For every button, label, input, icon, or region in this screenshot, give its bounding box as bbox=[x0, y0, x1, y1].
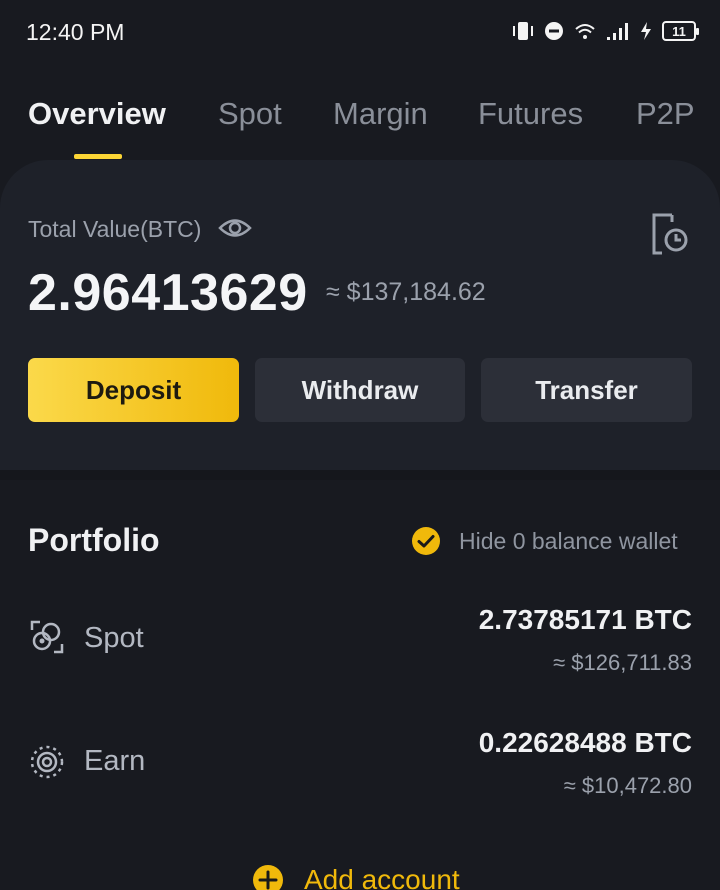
tab-futures[interactable]: Futures bbox=[478, 96, 583, 132]
wifi-icon bbox=[575, 24, 595, 39]
transfer-button[interactable]: Transfer bbox=[481, 358, 692, 422]
wallet-overview-screen: 12:40 PM 11 Overview Spot Margin Futures… bbox=[0, 0, 720, 890]
withdraw-button[interactable]: Withdraw bbox=[255, 358, 465, 422]
deposit-button[interactable]: Deposit bbox=[28, 358, 239, 422]
tab-spot[interactable]: Spot bbox=[218, 96, 282, 132]
section-divider bbox=[0, 470, 720, 480]
status-icons: 11 bbox=[512, 20, 699, 42]
account-usd-balance: ≈ $126,711.83 bbox=[553, 650, 692, 675]
account-btc-balance: 2.73785171 BTC bbox=[478, 604, 692, 635]
tab-p2p[interactable]: P2P bbox=[636, 96, 695, 132]
total-btc-value: 2.96413629 bbox=[28, 264, 308, 322]
do-not-disturb-icon bbox=[545, 22, 563, 40]
status-time: 12:40 PM bbox=[26, 19, 125, 45]
tab-margin[interactable]: Margin bbox=[333, 96, 428, 132]
account-row-earn[interactable]: Earn 0.22628488 BTC ≈ $10,472.80 bbox=[0, 723, 720, 823]
spot-wallet-icon bbox=[30, 620, 64, 654]
account-usd-balance: ≈ $10,472.80 bbox=[563, 773, 692, 798]
checkmark-circle-icon[interactable] bbox=[411, 526, 441, 556]
balance-card: Total Value(BTC) 2.96413629 ≈ $137,184.6… bbox=[0, 160, 720, 470]
signal-icon bbox=[607, 23, 628, 40]
battery-icon: 11 bbox=[662, 21, 699, 41]
total-usd-value: ≈ $137,184.62 bbox=[326, 278, 486, 306]
wallet-tabs: Overview Spot Margin Futures P2P bbox=[0, 90, 720, 160]
account-row-spot[interactable]: Spot 2.73785171 BTC ≈ $126,711.83 bbox=[0, 600, 720, 700]
add-account-button[interactable]: Add account bbox=[252, 860, 460, 890]
status-bar: 12:40 PM 11 bbox=[0, 0, 720, 62]
account-name: Earn bbox=[84, 745, 146, 777]
hide-zero-balance-label[interactable]: Hide 0 balance wallet bbox=[459, 528, 678, 555]
account-name: Spot bbox=[84, 622, 144, 654]
tab-overview[interactable]: Overview bbox=[28, 96, 166, 132]
total-value-label: Total Value(BTC) bbox=[28, 216, 202, 242]
portfolio-title: Portfolio bbox=[28, 522, 160, 558]
eye-icon[interactable] bbox=[218, 215, 252, 241]
earn-icon bbox=[30, 745, 64, 779]
history-icon[interactable] bbox=[650, 212, 690, 256]
account-btc-balance: 0.22628488 BTC bbox=[478, 727, 692, 758]
plus-circle-icon bbox=[253, 865, 283, 890]
active-tab-indicator bbox=[74, 154, 122, 159]
vibrate-icon bbox=[513, 22, 533, 40]
add-account-label: Add account bbox=[304, 864, 460, 890]
battery-level: 11 bbox=[672, 23, 686, 39]
charging-icon bbox=[641, 22, 651, 40]
